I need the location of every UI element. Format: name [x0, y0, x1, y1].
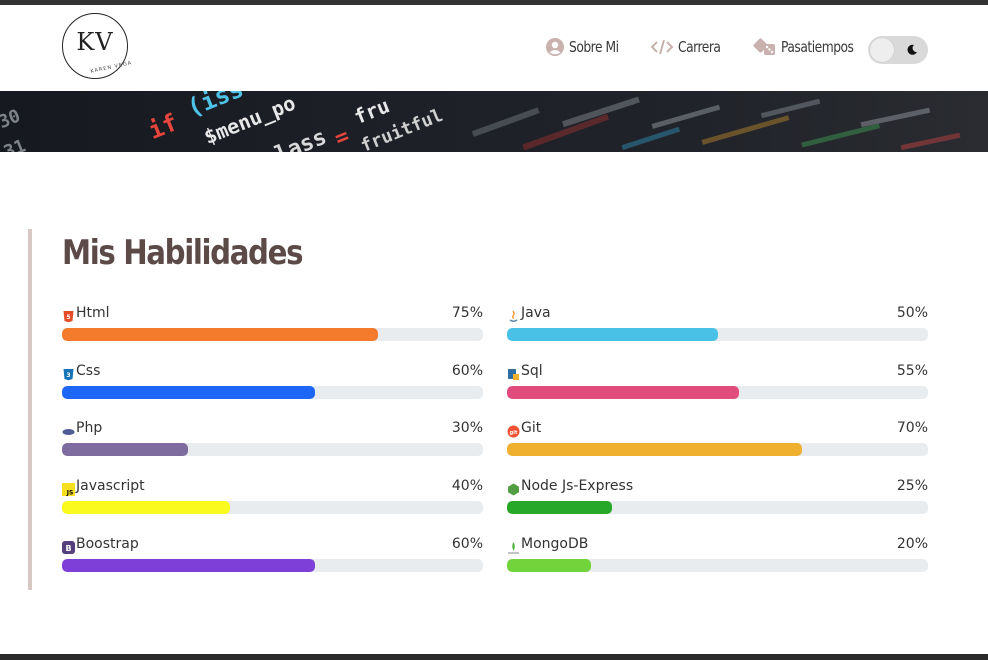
svg-text:lass: lass: [272, 125, 330, 152]
nav-carrera[interactable]: Carrera: [650, 35, 730, 59]
moon-icon: [907, 44, 917, 55]
progress-track: [507, 328, 928, 341]
skill-boostrap: B Boostrap 60%: [62, 535, 483, 575]
skill-percent: 60%: [451, 363, 483, 379]
progress-bar: [62, 443, 189, 456]
sql-icon: [507, 366, 520, 380]
user-circle-icon: [545, 37, 565, 57]
code-banner-image: 30 31 if (iss $menu_po lass = fru fruitf…: [0, 91, 961, 152]
theme-toggle[interactable]: [868, 36, 928, 64]
nav-label: Sobre Mi: [569, 38, 619, 56]
nav-label: Pasatiempos: [781, 38, 854, 56]
skill-name: Javascript: [76, 478, 145, 494]
progress-track: [507, 443, 928, 456]
skill-name: Html: [76, 305, 110, 321]
progress-track: [62, 559, 483, 572]
skill-percent: 60%: [451, 536, 483, 552]
progress-bar: [62, 386, 315, 399]
skill-name: MongoDB: [521, 536, 589, 552]
skill-node-js-express: Node Js-Express 25%: [507, 477, 928, 517]
skill-java: Java 50%: [507, 304, 928, 344]
skill-percent: 20%: [896, 536, 928, 552]
code-icon: [650, 37, 674, 57]
svg-text:=: =: [331, 124, 353, 152]
progress-track: [507, 501, 928, 514]
code-banner: 30 31 if (iss $menu_po lass = fru fruitf…: [0, 91, 988, 152]
bootstrap-icon: B: [62, 539, 75, 554]
progress-track: [62, 501, 483, 514]
logo-initials: KV: [76, 28, 114, 56]
svg-text:5: 5: [66, 314, 70, 321]
progress-bar: [62, 501, 231, 514]
progress-bar: [507, 559, 592, 572]
svg-text:git: git: [510, 430, 518, 436]
progress-track: [62, 443, 483, 456]
skill-percent: 75%: [451, 305, 483, 321]
skill-html: 5 Html 75%: [62, 304, 483, 344]
html5-icon: 5: [62, 308, 75, 323]
svg-text:JS: JS: [66, 490, 74, 497]
svg-text:if: if: [144, 108, 181, 145]
progress-bar: [507, 501, 613, 514]
css3-icon: 3: [62, 366, 75, 381]
nav-label: Carrera: [678, 38, 721, 56]
mongodb-icon: [507, 539, 520, 554]
nav-sobre-mi[interactable]: Sobre Mi: [545, 35, 629, 59]
toggle-knob: [870, 38, 894, 62]
skill-percent: 55%: [896, 363, 928, 379]
progress-track: [507, 386, 928, 399]
svg-text:30: 30: [0, 106, 23, 134]
php-icon: [62, 423, 75, 436]
progress-bar: [62, 328, 378, 341]
svg-text:fru: fru: [350, 93, 392, 129]
skill-name: Php: [76, 420, 103, 436]
skill-name: Sql: [521, 363, 543, 379]
site-header: KV KAREN VEGA Sobre Mi Carrera Pasatiemp…: [0, 5, 988, 91]
skill-percent: 50%: [896, 305, 928, 321]
svg-text:3: 3: [66, 372, 70, 379]
skill-percent: 40%: [451, 478, 483, 494]
skill-name: Java: [521, 305, 551, 321]
skill-percent: 70%: [896, 420, 928, 436]
git-icon: git: [507, 423, 520, 438]
skill-git: git Git 70%: [507, 419, 928, 459]
skill-name: Boostrap: [76, 536, 139, 552]
skills-title: Mis Habilidades: [62, 233, 303, 273]
progress-bar: [507, 443, 802, 456]
skill-percent: 25%: [896, 478, 928, 494]
skill-javascript: JS Javascript 40%: [62, 477, 483, 517]
java-icon: [507, 308, 520, 322]
svg-text:B: B: [65, 544, 71, 553]
progress-bar: [62, 559, 315, 572]
progress-track: [62, 328, 483, 341]
progress-track: [62, 386, 483, 399]
skill-name: Css: [76, 363, 101, 379]
progress-bar: [507, 328, 718, 341]
nodejs-icon: [507, 481, 520, 496]
skills-section: Mis Habilidades 5 Html 75% 3 Css 60% Php 30% JS J…: [28, 229, 938, 590]
skill-percent: 30%: [451, 420, 483, 436]
dice-icon: [753, 37, 777, 57]
skill-mongodb: MongoDB 20%: [507, 535, 928, 575]
svg-text:31: 31: [1, 136, 29, 152]
footer-bar: [0, 654, 988, 660]
logo[interactable]: KV KAREN VEGA: [62, 13, 133, 83]
skill-php: Php 30%: [62, 419, 483, 459]
skill-name: Git: [521, 420, 542, 436]
progress-bar: [507, 386, 739, 399]
javascript-icon: JS: [62, 481, 75, 497]
progress-track: [507, 559, 928, 572]
nav-pasatiempos[interactable]: Pasatiempos: [753, 35, 869, 59]
skill-name: Node Js-Express: [521, 478, 634, 494]
skill-sql: Sql 55%: [507, 362, 928, 402]
skill-css: 3 Css 60%: [62, 362, 483, 402]
